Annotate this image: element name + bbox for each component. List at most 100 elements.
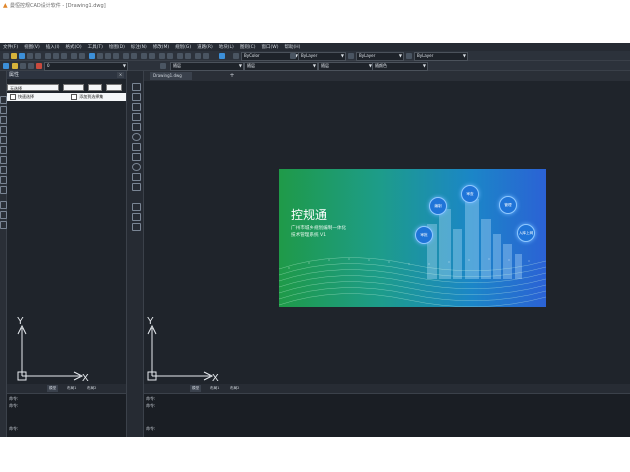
menu-item-tools[interactable]: 工具(T) [88, 44, 103, 50]
undo-icon[interactable] [71, 53, 77, 59]
open-file-icon[interactable] [11, 53, 17, 59]
new-file-icon[interactable] [3, 53, 9, 59]
layer-manager-icon[interactable] [3, 63, 9, 69]
spline-tool-icon[interactable] [0, 146, 7, 154]
paste-icon[interactable] [61, 53, 67, 59]
menu-item-view[interactable]: 视图(V) [24, 44, 40, 50]
redo-icon[interactable] [79, 53, 85, 59]
zoom-previous-icon[interactable] [113, 53, 119, 59]
color-swatch-icon[interactable] [233, 53, 239, 59]
gradient-icon[interactable] [132, 213, 141, 221]
quick-select-checkbox[interactable] [10, 94, 16, 100]
hatch-icon[interactable] [195, 53, 201, 59]
make-current-icon[interactable] [160, 63, 166, 69]
menu-item-help[interactable]: 帮助(H) [284, 44, 300, 50]
selection-dropdown[interactable]: 无选择 [7, 84, 59, 91]
circle-icon[interactable] [132, 133, 141, 141]
zoom-in-icon[interactable] [159, 53, 165, 59]
sun-icon[interactable] [20, 63, 26, 69]
construction-line-icon[interactable] [132, 93, 141, 101]
rectangle-icon[interactable] [132, 113, 141, 121]
design-center-icon[interactable] [131, 53, 137, 59]
help-icon[interactable] [219, 53, 225, 59]
menu-item-chart[interactable]: 图则(C) [240, 44, 256, 50]
zoom-out-icon[interactable] [167, 53, 173, 59]
table-tool-icon[interactable] [0, 211, 7, 219]
block-icon[interactable] [185, 53, 191, 59]
plot-color-dropdown[interactable]: 随颜色 ▼ [372, 62, 428, 71]
point-tool-icon[interactable] [0, 176, 7, 184]
tab-layout2[interactable]: 布局2 [228, 385, 241, 392]
quick-select-icon-button[interactable] [106, 84, 122, 91]
plotstyle-swatch-icon[interactable] [406, 53, 412, 59]
tab-model[interactable]: 模型 [190, 385, 202, 392]
properties-icon[interactable] [123, 53, 129, 59]
layer-dropdown[interactable]: 0 ▼ [44, 62, 128, 71]
linetype-dropdown[interactable]: ByLayer ▼ [298, 52, 346, 61]
arc-tool-icon[interactable] [0, 126, 7, 134]
tab-layout1[interactable]: 布局1 [65, 385, 78, 392]
menu-item-draw[interactable]: 绘图(D) [109, 44, 125, 50]
save-icon[interactable] [19, 53, 25, 59]
new-tab-button[interactable]: + [228, 72, 236, 80]
tab-model[interactable]: 模型 [47, 385, 59, 392]
zoom-icon[interactable] [97, 53, 103, 59]
pan-icon[interactable] [89, 53, 95, 59]
layer-state-icon[interactable] [177, 53, 183, 59]
copy-icon[interactable] [53, 53, 59, 59]
polyline-tool-icon[interactable] [0, 106, 7, 114]
linetype-swatch-icon[interactable] [290, 53, 296, 59]
toggle-pickadd-button[interactable] [63, 84, 84, 91]
command-input-prompt[interactable]: 命令: [146, 426, 155, 432]
line-tool-icon[interactable] [0, 96, 7, 104]
zoom-window-icon[interactable] [105, 53, 111, 59]
menu-item-plan[interactable]: 规划(G) [175, 44, 191, 50]
circle-tool-icon[interactable] [0, 136, 7, 144]
make-block-icon[interactable] [132, 183, 141, 191]
table-style-dropdown[interactable]: 随层 ▼ [318, 62, 374, 71]
menu-item-format[interactable]: 格式(O) [66, 44, 82, 50]
panel-close-button[interactable]: × [117, 72, 124, 78]
plotstyle-dropdown[interactable]: ByLayer ▼ [414, 52, 468, 61]
mtext-icon[interactable] [132, 223, 141, 231]
command-window[interactable]: 命令: 命令: 命令: [144, 393, 630, 437]
text-style-dropdown[interactable]: 随层 ▼ [170, 62, 244, 71]
menu-item-modify[interactable]: 修改(M) [153, 44, 169, 50]
hatch-icon[interactable] [132, 203, 141, 211]
bulb-icon[interactable] [12, 63, 18, 69]
menu-item-parcel[interactable]: 地块(L) [219, 44, 234, 50]
select-objects-button[interactable] [88, 84, 102, 91]
region-tool-icon[interactable] [0, 201, 7, 209]
revision-cloud-icon[interactable] [132, 143, 141, 151]
ellipse-tool-icon[interactable] [0, 156, 7, 164]
text-icon[interactable] [203, 53, 209, 59]
lock-icon[interactable] [28, 63, 34, 69]
document-tab[interactable]: Drawing1.dwg [150, 72, 192, 80]
layer-color-icon[interactable] [36, 63, 42, 69]
cut-icon[interactable] [45, 53, 51, 59]
command-input-prompt[interactable]: 命令: [9, 426, 18, 432]
rectangle-tool-icon[interactable] [0, 116, 7, 124]
preview-icon[interactable] [35, 53, 41, 59]
tab-layout2[interactable]: 布局2 [85, 385, 98, 392]
dim-style-dropdown[interactable]: 随层 ▼ [244, 62, 318, 71]
insert-block-icon[interactable] [132, 173, 141, 181]
menu-item-road[interactable]: 道路(R) [197, 44, 213, 50]
menu-item-dimension[interactable]: 标注(N) [131, 44, 147, 50]
lineweight-swatch-icon[interactable] [348, 53, 354, 59]
command-window[interactable]: 命令: 命令: 命令: [7, 393, 126, 437]
lineweight-dropdown[interactable]: ByLayer ▼ [356, 52, 404, 61]
menu-item-window[interactable]: 窗口(W) [261, 44, 278, 50]
hatch-tool-icon[interactable] [0, 186, 7, 194]
add-to-set-checkbox[interactable] [71, 94, 78, 100]
distance-icon[interactable] [141, 53, 147, 59]
line-icon[interactable] [132, 83, 141, 91]
spline-icon[interactable] [132, 153, 141, 161]
arc-icon[interactable] [132, 123, 141, 131]
area-icon[interactable] [149, 53, 155, 59]
text-tool-icon[interactable] [0, 221, 7, 229]
ellipse-icon[interactable] [132, 163, 141, 171]
menu-item-file[interactable]: 文件(F) [3, 44, 18, 50]
menu-item-insert[interactable]: 插入(I) [46, 44, 60, 50]
polygon-icon[interactable] [132, 103, 141, 111]
